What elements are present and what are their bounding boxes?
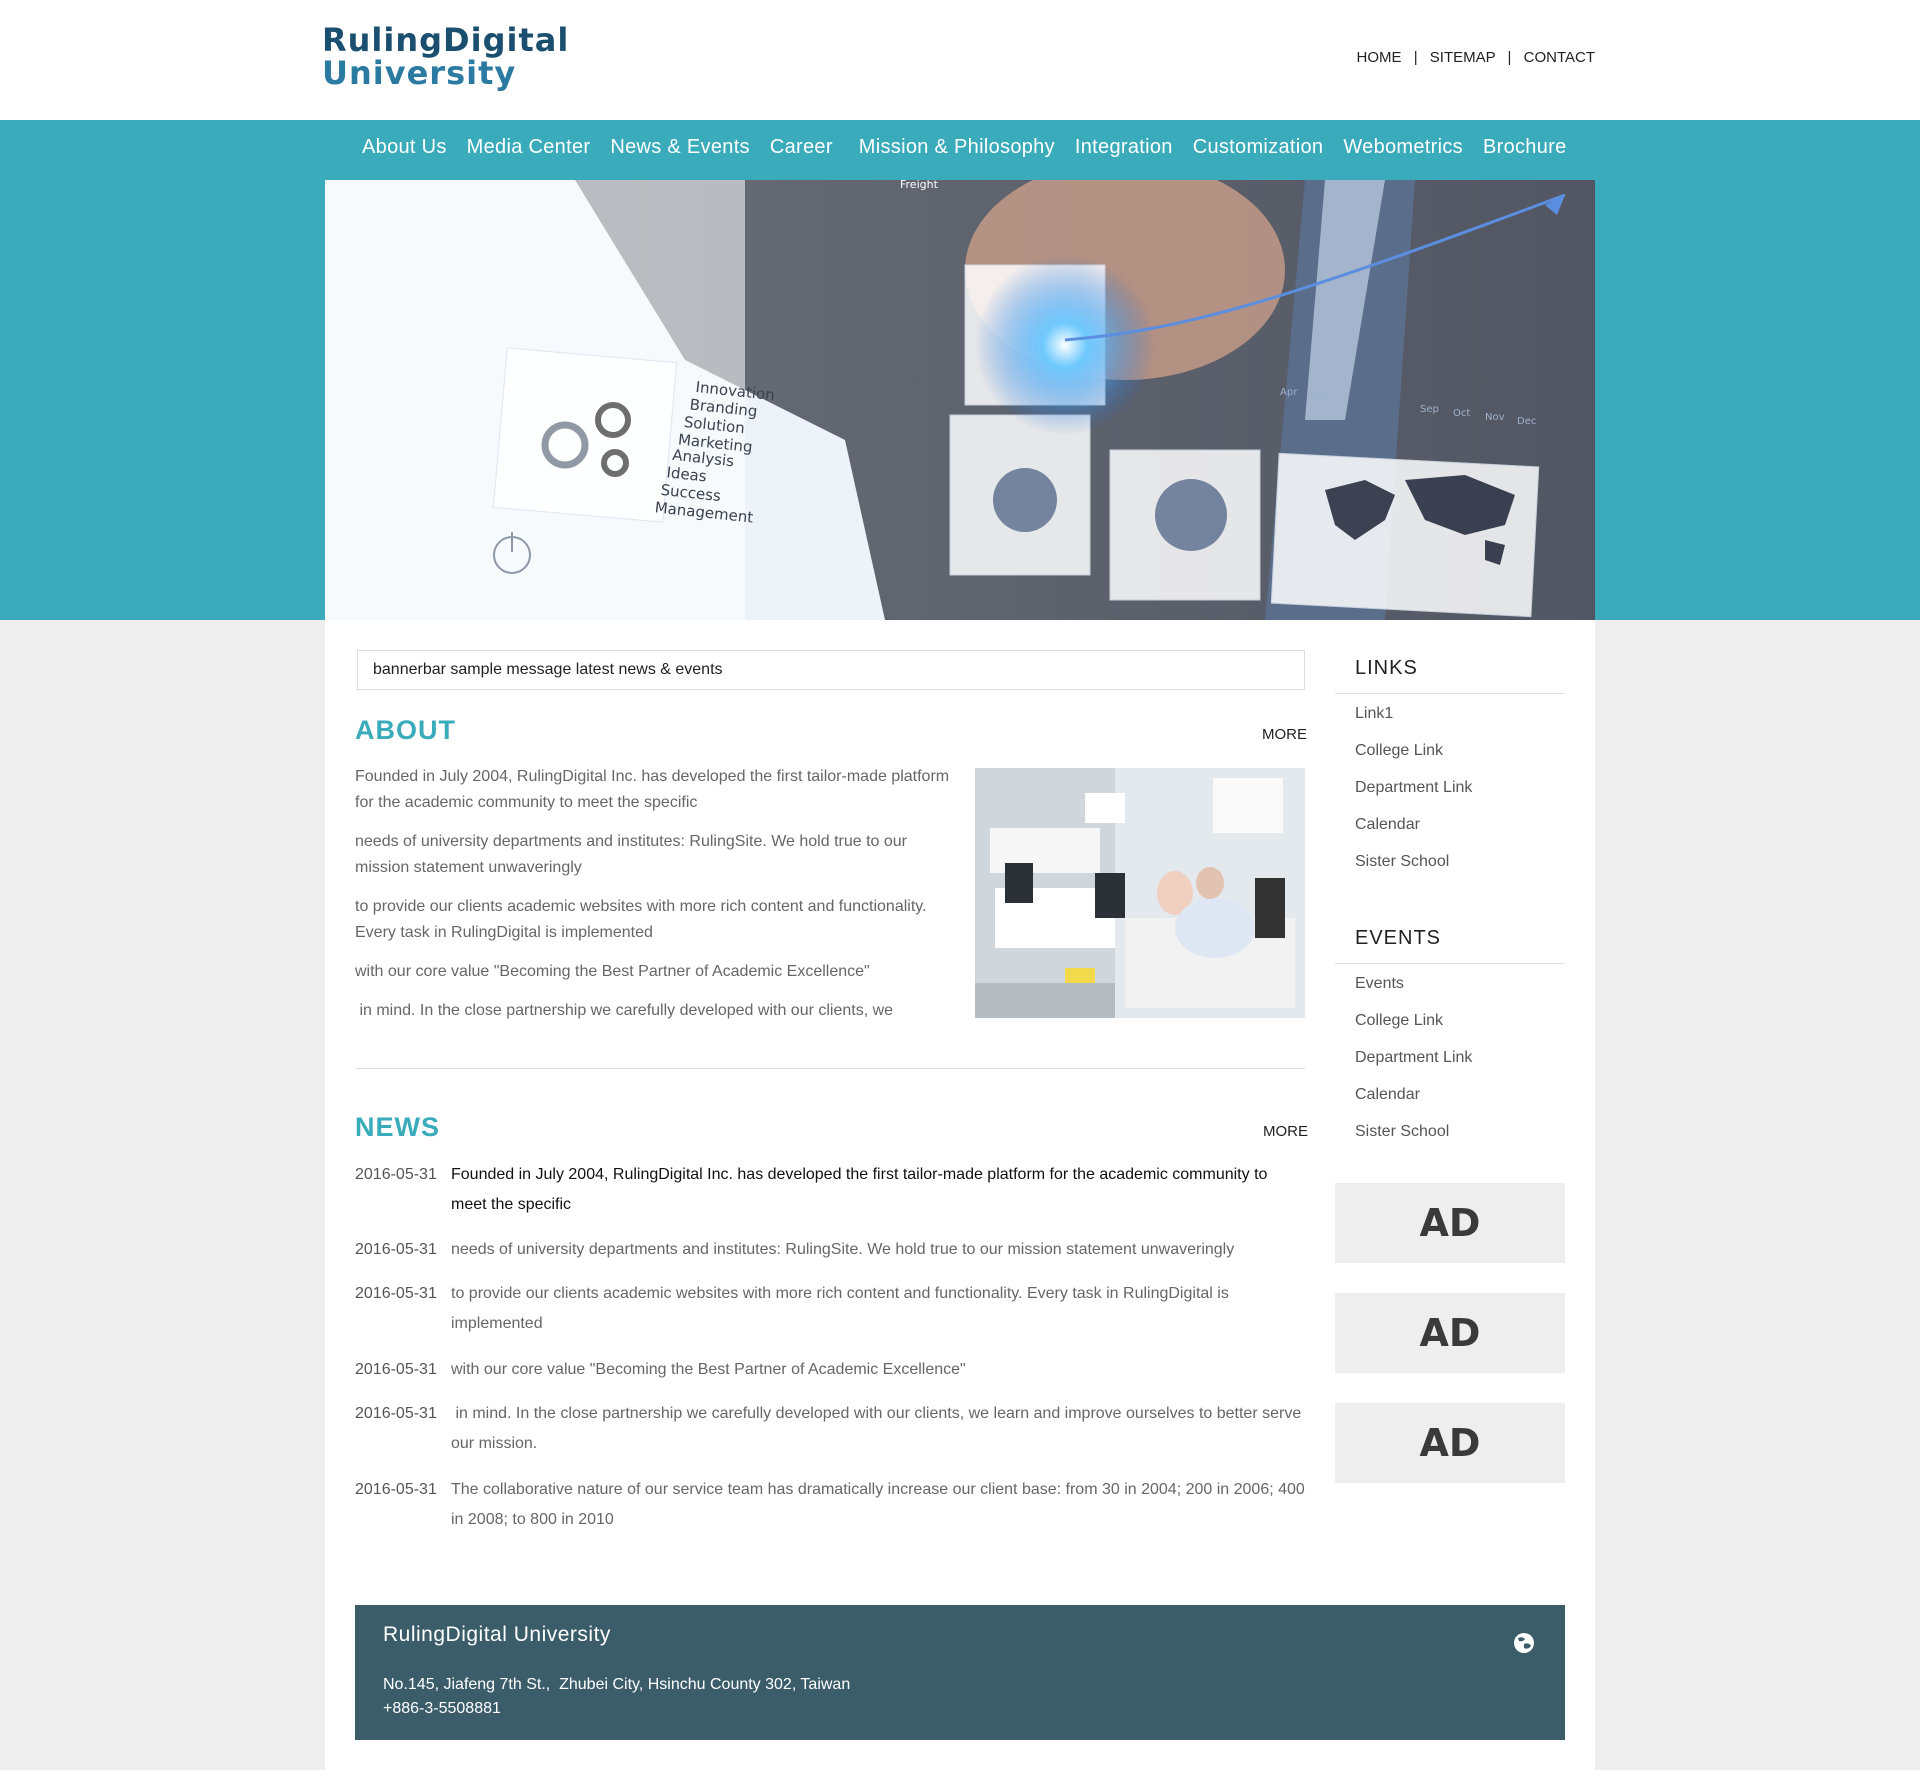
sidebar-event-link[interactable]: College Link bbox=[1355, 1012, 1443, 1030]
news-item[interactable]: 2016-05-31 needs of university departmen… bbox=[355, 1235, 1305, 1265]
news-text[interactable]: to provide our clients academic websites… bbox=[451, 1279, 1306, 1339]
links-title: LINKS bbox=[1335, 657, 1565, 694]
nav-webometrics[interactable]: Webometrics bbox=[1343, 136, 1463, 162]
news-title: NEWS bbox=[355, 1112, 440, 1142]
news-date: 2016-05-31 bbox=[355, 1166, 437, 1183]
events-title: EVENTS bbox=[1335, 927, 1565, 964]
banner-month: Sep bbox=[1420, 404, 1439, 415]
separator: | bbox=[1413, 49, 1418, 66]
sidebar-link[interactable]: College Link bbox=[1355, 742, 1443, 760]
sidebar-link[interactable]: Link1 bbox=[1355, 705, 1393, 723]
sidebar-event-link[interactable]: Events bbox=[1355, 975, 1404, 993]
news-text[interactable]: Founded in July 2004, RulingDigital Inc.… bbox=[451, 1160, 1306, 1220]
top-links: HOME | SITEMAP | CONTACT bbox=[1357, 49, 1595, 66]
logo-line1: RulingDigital bbox=[322, 21, 570, 59]
globe-icon[interactable] bbox=[1513, 1632, 1535, 1654]
about-paragraph: to provide our clients academic websites… bbox=[355, 898, 927, 941]
about-text: Founded in July 2004, RulingDigital Inc.… bbox=[355, 764, 955, 1037]
sidebar-event-link[interactable]: Sister School bbox=[1355, 1123, 1449, 1141]
nav-brochure[interactable]: Brochure bbox=[1483, 136, 1567, 162]
footer-phone: +886-3-5508881 bbox=[383, 1700, 501, 1717]
ad-banner[interactable]: AD bbox=[1335, 1183, 1565, 1263]
separator: | bbox=[1507, 49, 1512, 66]
news-item[interactable]: 2016-05-31 The collaborative nature of o… bbox=[355, 1475, 1305, 1535]
hero-banner-image: Innovation Branding Solution Marketing A… bbox=[325, 180, 1595, 620]
about-more-link[interactable]: MORE bbox=[1262, 726, 1307, 743]
ad-banner[interactable]: AD bbox=[1335, 1293, 1565, 1373]
footer-address-block: No.145, Jiafeng 7th St., Zhubei City, Hs… bbox=[383, 1673, 850, 1721]
news-item[interactable]: 2016-05-31 to provide our clients academ… bbox=[355, 1279, 1305, 1339]
banner-month: May bbox=[1310, 390, 1331, 401]
sidebar-link[interactable]: Sister School bbox=[1355, 853, 1449, 871]
nav-integration[interactable]: Integration bbox=[1075, 136, 1173, 162]
main-nav: About Us Media Center News & Events Care… bbox=[362, 136, 1587, 162]
sidebar-event-link[interactable]: Department Link bbox=[1355, 1049, 1472, 1067]
news-date: 2016-05-31 bbox=[355, 1361, 437, 1378]
contact-link[interactable]: CONTACT bbox=[1524, 49, 1595, 66]
sidebar-link[interactable]: Department Link bbox=[1355, 779, 1472, 797]
news-date: 2016-05-31 bbox=[355, 1481, 437, 1498]
office-photo-illustration bbox=[975, 768, 1305, 1018]
banner-label: Freight bbox=[900, 180, 939, 191]
news-text[interactable]: in mind. In the close partnership we car… bbox=[451, 1399, 1306, 1459]
sidebar-link[interactable]: Calendar bbox=[1355, 816, 1420, 834]
news-item[interactable]: 2016-05-31 Founded in July 2004, RulingD… bbox=[355, 1160, 1305, 1220]
about-paragraph: Founded in July 2004, RulingDigital Inc.… bbox=[355, 768, 950, 811]
about-paragraph: with our core value "Becoming the Best P… bbox=[355, 963, 870, 980]
nav-career[interactable]: Career bbox=[770, 136, 833, 162]
footer-university-name: RulingDigital University bbox=[383, 1623, 611, 1646]
sitemap-link[interactable]: SITEMAP bbox=[1430, 49, 1496, 66]
news-date: 2016-05-31 bbox=[355, 1241, 437, 1258]
news-date: 2016-05-31 bbox=[355, 1405, 437, 1422]
section-divider bbox=[355, 1068, 1305, 1069]
news-text[interactable]: with our core value "Becoming the Best P… bbox=[451, 1355, 1306, 1385]
banner-illustration: Innovation Branding Solution Marketing A… bbox=[325, 180, 1595, 620]
sidebar-event-link[interactable]: Calendar bbox=[1355, 1086, 1420, 1104]
site-header: RulingDigital University HOME | SITEMAP … bbox=[0, 0, 1920, 120]
banner-month: Nov bbox=[1485, 412, 1505, 423]
footer-address: No.145, Jiafeng 7th St., Zhubei City, Hs… bbox=[383, 1676, 851, 1693]
about-paragraph: in mind. In the close partnership we car… bbox=[355, 1002, 894, 1019]
main-content: bannerbar sample message latest news & e… bbox=[325, 620, 1595, 1770]
banner-month: Dec bbox=[1517, 416, 1536, 427]
news-text[interactable]: The collaborative nature of our service … bbox=[451, 1475, 1306, 1535]
about-office-photo bbox=[975, 768, 1305, 1018]
news-text[interactable]: needs of university departments and inst… bbox=[451, 1235, 1306, 1265]
nav-mission-philosophy[interactable]: Mission & Philosophy bbox=[859, 136, 1055, 162]
news-item[interactable]: 2016-05-31 in mind. In the close partner… bbox=[355, 1399, 1305, 1459]
ad-banner[interactable]: AD bbox=[1335, 1403, 1565, 1483]
site-footer: RulingDigital University No.145, Jiafeng… bbox=[355, 1605, 1565, 1740]
news-more-link[interactable]: MORE bbox=[1263, 1123, 1308, 1140]
nav-media-center[interactable]: Media Center bbox=[467, 136, 591, 162]
nav-news-events[interactable]: News & Events bbox=[610, 136, 750, 162]
about-paragraph: needs of university departments and inst… bbox=[355, 833, 908, 876]
home-link[interactable]: HOME bbox=[1357, 49, 1402, 66]
nav-about-us[interactable]: About Us bbox=[362, 136, 447, 162]
news-item[interactable]: 2016-05-31 with our core value "Becoming… bbox=[355, 1355, 1305, 1385]
banner-month: Oct bbox=[1453, 408, 1470, 419]
logo-line2: University bbox=[322, 54, 517, 92]
bannerbar-message[interactable]: bannerbar sample message latest news & e… bbox=[357, 650, 1305, 690]
nav-customization[interactable]: Customization bbox=[1193, 136, 1324, 162]
about-title: ABOUT bbox=[355, 715, 456, 745]
site-logo[interactable]: RulingDigital University bbox=[322, 24, 569, 90]
banner-month: Apr bbox=[1280, 387, 1298, 398]
news-date: 2016-05-31 bbox=[355, 1285, 437, 1302]
